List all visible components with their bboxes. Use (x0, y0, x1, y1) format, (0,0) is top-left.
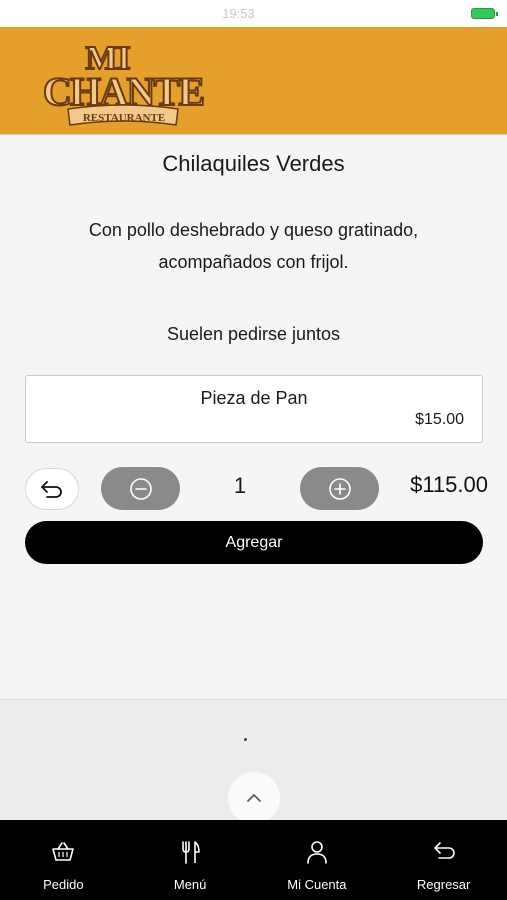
decrease-quantity-button[interactable] (101, 467, 180, 510)
chevron-up-icon (247, 794, 261, 802)
tab-mi-cuenta[interactable]: Mi Cuenta (254, 820, 380, 892)
plus-circle-icon (328, 477, 351, 500)
increase-quantity-button[interactable] (300, 467, 379, 510)
tab-label-menu: Menú (173, 877, 207, 892)
app-header: MI CHANTE RESTAURANTE (0, 27, 507, 135)
scroll-up-button[interactable] (228, 772, 280, 824)
product-detail: Chilaquiles Verdes Con pollo deshebrado … (0, 136, 507, 699)
back-arrow-icon (433, 842, 455, 859)
restaurant-logo: MI CHANTE RESTAURANTE (42, 39, 206, 126)
order-total: $115.00 (410, 472, 488, 497)
tab-label-mi-cuenta: Mi Cuenta (287, 877, 347, 892)
undo-button[interactable] (25, 468, 79, 510)
logo-ribbon: RESTAURANTE (83, 112, 165, 124)
minus-circle-icon (129, 477, 152, 500)
page-dot (244, 738, 247, 741)
tab-pedido[interactable]: Pedido (0, 820, 126, 892)
suggestion-card[interactable]: Pieza de Pan $15.00 (25, 375, 483, 443)
bottom-tab-bar: Pedido Menú Mi Cuenta Regresar (0, 820, 507, 900)
product-title: Chilaquiles Verdes (162, 151, 345, 176)
add-to-order-button[interactable]: Agregar (25, 521, 483, 564)
status-time: 19:53 (222, 6, 255, 21)
basket-icon (52, 842, 75, 861)
product-description: Con pollo deshebrado y queso gratinado, … (40, 214, 467, 278)
user-icon (307, 841, 327, 864)
lower-area (0, 700, 507, 824)
description-line-1: Con pollo deshebrado y queso gratinado, (88, 220, 419, 240)
tab-menu[interactable]: Menú (127, 820, 253, 892)
quantity-value: 1 (233, 473, 247, 498)
undo-arrow-icon (41, 481, 62, 498)
status-right (465, 8, 498, 19)
battery-icon (470, 8, 498, 19)
suggestions-title: Suelen pedirse juntos (166, 324, 341, 344)
tab-regresar[interactable]: Regresar (381, 820, 507, 892)
suggestion-price: $15.00 (415, 411, 464, 428)
description-line-2: acompañados con frijol. (158, 252, 349, 272)
tab-label-regresar: Regresar (416, 877, 471, 892)
suggestion-name: Pieza de Pan (200, 388, 308, 408)
status-bar: 19:53 (0, 0, 507, 27)
fork-knife-icon (182, 841, 200, 864)
tab-label-pedido: Pedido (43, 877, 84, 892)
